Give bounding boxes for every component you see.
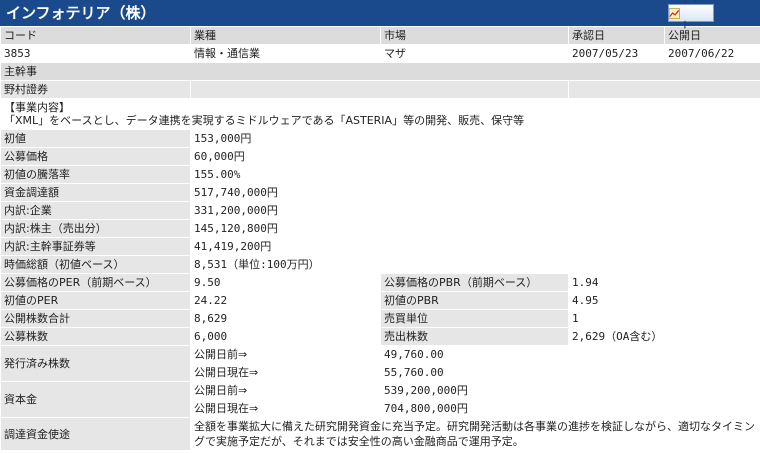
row-label: 内訳:企業: [0, 201, 191, 220]
title-bar: インフォテリア（株） チャート: [0, 0, 760, 31]
underwriter-spacer-2: [568, 80, 760, 99]
single-rows: 初値 153,000円 公募価格 60,000円 初値の騰落率 155.00% 資金調達額 5…: [0, 129, 760, 274]
pair-label-left: 公開株数合計: [0, 309, 191, 328]
header-row: コード 業種 市場 承認日 公開日: [0, 26, 760, 45]
pair-label-left: 初値のPER: [0, 291, 191, 310]
fund-use-label: 調達資金使途: [0, 417, 191, 451]
pair-row: 公募株数 6,000 売出株数 2,629（OA含む）: [0, 327, 760, 346]
capital-after-label: 公開日現在⇒: [190, 399, 381, 418]
capital-before-row: 資本金 公開日前⇒ 539,200,000円: [0, 381, 760, 418]
pair-value-left: 24.22: [190, 291, 381, 310]
data-row: 初値の騰落率 155.00%: [0, 165, 760, 184]
code-value: 3853: [0, 44, 191, 63]
pair-row: 初値のPER 24.22 初値のPBR 4.95: [0, 291, 760, 310]
pair-row: 公開株数合計 8,629 売買単位 1: [0, 309, 760, 328]
capital-before-label: 公開日前⇒: [190, 381, 381, 400]
row-value: 145,120,800円: [190, 219, 760, 238]
chart-button[interactable]: チャート: [668, 0, 714, 31]
row-label: 時価総額（初値ベース）: [0, 255, 191, 274]
market-value: マザ: [380, 44, 569, 63]
issued-before-value: 49,760.00: [380, 345, 760, 364]
pair-label-right: 初値のPBR: [380, 291, 569, 310]
underwriter-row: 野村證券: [0, 80, 760, 99]
fund-use-text: 全額を事業拡大に備えた研究開発資金に充当予定。研究開発活動は各事業の進捗を検証し…: [190, 417, 760, 451]
pair-label-right: 公募価格のPBR（前期ベース）: [380, 273, 569, 292]
data-row: 時価総額（初値ベース） 8,531（単位:100万円）: [0, 255, 760, 274]
row-value: 60,000円: [190, 147, 760, 166]
listing-date: 2007/06/22: [664, 44, 760, 63]
underwriter-header-row: 主幹事: [0, 62, 760, 81]
row-label: 初値: [0, 129, 191, 148]
pair-row: 公募価格のPER（前期ベース） 9.50 公募価格のPBR（前期ベース） 1.94: [0, 273, 760, 292]
approval-header: 承認日: [568, 26, 665, 45]
chart-button-label: チャート: [681, 0, 709, 31]
pair-value-right: 4.95: [568, 291, 760, 310]
row-value: 331,200,000円: [190, 201, 760, 220]
row-value: 155.00%: [190, 165, 760, 184]
fund-use-row: 調達資金使途 全額を事業拡大に備えた研究開発資金に充当予定。研究開発活動は各事業…: [0, 417, 760, 451]
business-cell: 【事業内容】 「XML」をベースとし、データ連携を実現するミドルウェアである「A…: [0, 98, 760, 130]
business-label: 【事業内容】: [4, 101, 70, 114]
pair-value-left: 6,000: [190, 327, 381, 346]
data-row: 公募価格 60,000円: [0, 147, 760, 166]
pair-label-left: 公募価格のPER（前期ベース）: [0, 273, 191, 292]
approval-date: 2007/05/23: [568, 44, 665, 63]
ipo-table: コード 業種 市場 承認日 公開日 3853 情報・通信業 マザ 2007/05…: [0, 26, 760, 451]
data-row: 内訳:株主（売出分） 145,120,800円: [0, 219, 760, 238]
pair-value-left: 9.50: [190, 273, 381, 292]
row-label: 資金調達額: [0, 183, 191, 202]
data-row: 初値 153,000円: [0, 129, 760, 148]
row-label: 公募価格: [0, 147, 191, 166]
issued-after-value: 55,760.00: [380, 363, 760, 382]
issued-before-row: 発行済み株数 公開日前⇒ 49,760.00: [0, 345, 760, 382]
row-value: 41,419,200円: [190, 237, 760, 256]
row-value: 153,000円: [190, 129, 760, 148]
row-label: 内訳:株主（売出分）: [0, 219, 191, 238]
data-row: 資金調達額 517,740,000円: [0, 183, 760, 202]
code-header: コード: [0, 26, 191, 45]
business-row: 【事業内容】 「XML」をベースとし、データ連携を実現するミドルウェアである「A…: [0, 98, 760, 130]
underwriter-spacer: [190, 80, 569, 99]
market-header: 市場: [380, 26, 569, 45]
chart-icon: [669, 7, 680, 19]
row-label: 初値の騰落率: [0, 165, 191, 184]
underwriter-label: 主幹事: [0, 62, 760, 81]
row-value: 8,531（単位:100万円）: [190, 255, 760, 274]
row-value: 517,740,000円: [190, 183, 760, 202]
pair-value-right: 1.94: [568, 273, 760, 292]
pair-label-left: 公募株数: [0, 327, 191, 346]
capital-after-value: 704,800,000円: [380, 399, 760, 418]
pair-label-right: 売出株数: [380, 327, 569, 346]
info-row: 3853 情報・通信業 マザ 2007/05/23 2007/06/22: [0, 44, 760, 63]
data-row: 内訳:企業 331,200,000円: [0, 201, 760, 220]
industry-header: 業種: [190, 26, 381, 45]
pair-label-right: 売買単位: [380, 309, 569, 328]
capital-before-value: 539,200,000円: [380, 381, 760, 400]
row-label: 内訳:主幹事証券等: [0, 237, 191, 256]
issued-before-label: 公開日前⇒: [190, 345, 381, 364]
issued-shares-label: 発行済み株数: [0, 345, 191, 382]
pair-value-right: 1: [568, 309, 760, 328]
pair-value-right: 2,629（OA含む）: [568, 327, 760, 346]
capital-label: 資本金: [0, 381, 191, 418]
industry-value: 情報・通信業: [190, 44, 381, 63]
company-title: インフォテリア（株）: [6, 4, 156, 22]
pair-rows: 公募価格のPER（前期ベース） 9.50 公募価格のPBR（前期ベース） 1.94 初値…: [0, 273, 760, 346]
ipo-info-panel: インフォテリア（株） チャート コード 業種 市場 承認日 公開日 3853 情…: [0, 0, 760, 451]
pair-value-left: 8,629: [190, 309, 381, 328]
underwriter-value: 野村證券: [0, 80, 191, 99]
business-text: 「XML」をベースとし、データ連携を実現するミドルウェアである「ASTERIA」…: [4, 114, 525, 127]
issued-after-label: 公開日現在⇒: [190, 363, 381, 382]
data-row: 内訳:主幹事証券等 41,419,200円: [0, 237, 760, 256]
